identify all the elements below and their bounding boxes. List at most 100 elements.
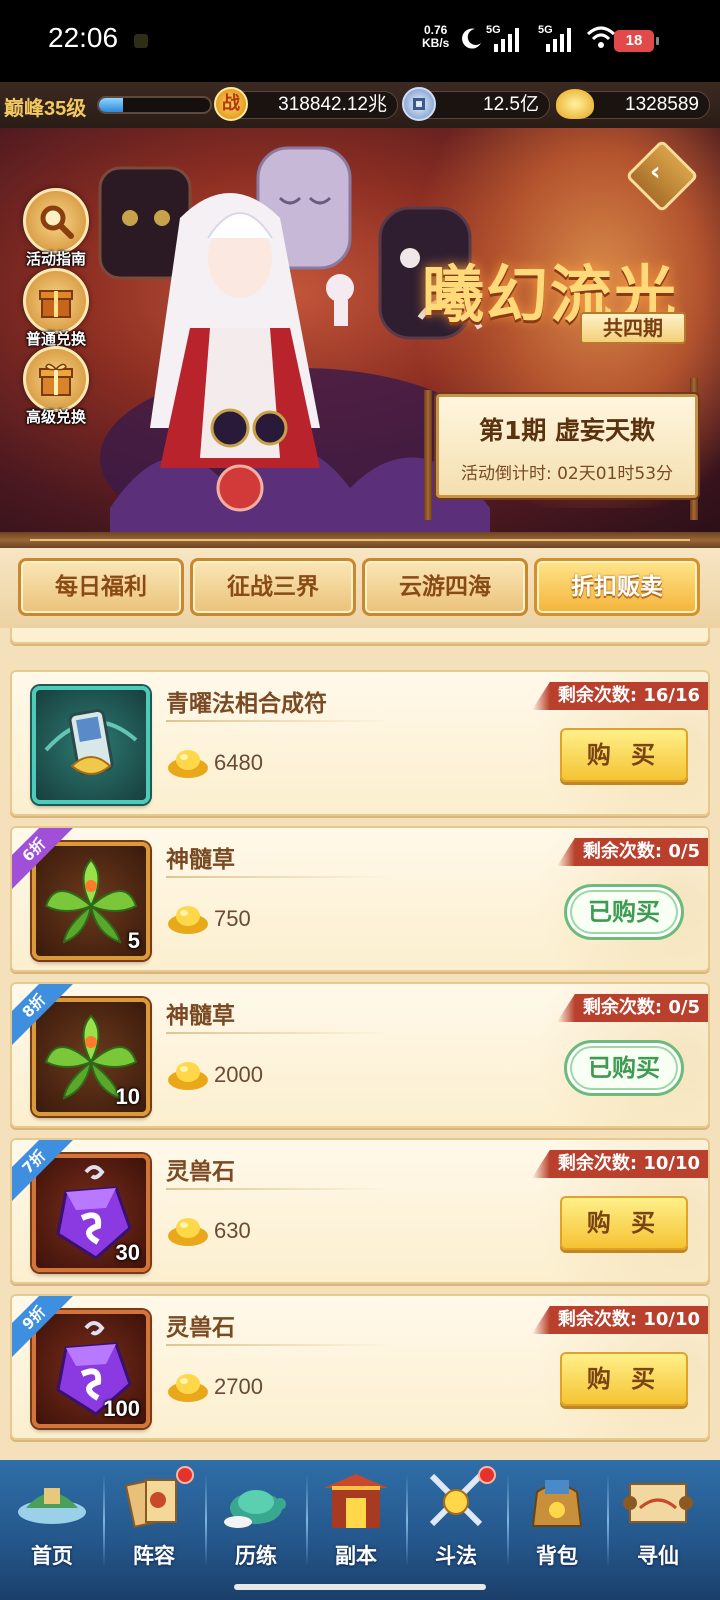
item-name: 青曜法相合成符 xyxy=(166,691,327,717)
discount-badge: 7折 xyxy=(12,1140,78,1206)
notification-badge xyxy=(478,1466,496,1484)
item-price: 6480 xyxy=(166,746,263,780)
xp-bar xyxy=(97,96,212,114)
gold-ingot-icon xyxy=(168,906,208,934)
remaining-count: 剩余次数: 10/10 xyxy=(531,1306,708,1334)
signal-label: 5G xyxy=(486,24,501,36)
signal-icon: 5G xyxy=(538,24,571,52)
event-subtitle: 共四期 xyxy=(580,312,686,344)
shop-item: 30 7折 灵兽石 630 剩余次数: 10/10 购 买 xyxy=(10,1138,710,1284)
signal-icon: 5G xyxy=(486,24,519,52)
player-level: 巅峰35级 xyxy=(4,98,87,120)
period-info-panel: 第1期 虚妄天欺 活动倒计时: 02天01时53分 xyxy=(436,394,698,498)
normal-exchange-button[interactable]: 普通兑换 xyxy=(16,268,96,349)
shop-item: 青曜法相合成符 6480 剩余次数: 16/16 购 买 xyxy=(10,670,710,816)
magnifier-icon xyxy=(40,205,74,239)
item-name: 灵兽石 xyxy=(166,1159,235,1185)
item-price: 630 xyxy=(166,1214,251,1248)
wifi-icon xyxy=(586,26,616,48)
tab-discount-sale[interactable]: 折扣贩卖 xyxy=(534,558,700,616)
battery-icon: 18 xyxy=(614,30,659,52)
buy-button[interactable]: 购 买 xyxy=(560,1196,688,1250)
chevron-left-icon: ‹ xyxy=(649,157,661,188)
coin-value: 12.5亿 xyxy=(483,94,539,115)
network-speed: 0.76 KB/s xyxy=(422,23,450,50)
buy-button[interactable]: 购 买 xyxy=(560,728,688,782)
nav-home[interactable]: 首页 xyxy=(2,1466,102,1568)
turtle-icon xyxy=(224,1490,286,1528)
price-value: 2700 xyxy=(214,1374,263,1399)
treasure-bag-icon xyxy=(531,1480,583,1527)
shop-item: 10 8折 神髓草 2000 剩余次数: 0/5 已购买 xyxy=(10,982,710,1128)
activity-guide-label: 活动指南 xyxy=(25,250,86,268)
tab-bar: 每日福利 征战三界 云游四海 折扣贩卖 xyxy=(0,548,720,628)
nav-lineup[interactable]: 阵容 xyxy=(104,1466,204,1568)
nav-training[interactable]: 历练 xyxy=(206,1466,306,1568)
remaining-count: 剩余次数: 10/10 xyxy=(531,1150,708,1178)
nav-dungeon[interactable]: 副本 xyxy=(306,1466,406,1568)
list-item xyxy=(10,628,710,644)
activity-guide-button[interactable]: 活动指南 xyxy=(16,188,96,269)
clock: 22:06 xyxy=(48,22,119,53)
item-name: 神髓草 xyxy=(166,847,235,873)
floating-island-icon xyxy=(18,1488,86,1524)
item-quantity: 5 xyxy=(127,928,140,953)
status-bar: 22:06 0.76 KB/s 5G 5G 18 xyxy=(0,0,720,82)
advanced-exchange-label: 高级兑换 xyxy=(25,408,86,426)
talisman-icon xyxy=(44,708,138,776)
do-not-disturb-icon xyxy=(462,28,481,49)
price-value: 6480 xyxy=(214,750,263,775)
bottom-navigation: 首页 阵容 历练 副本 斗法 背包 寻仙 xyxy=(0,1460,720,1600)
gift-box-icon xyxy=(39,290,73,318)
tab-travel-seas[interactable]: 云游四海 xyxy=(362,558,528,616)
item-price: 2700 xyxy=(166,1370,263,1404)
svg-text:5G: 5G xyxy=(538,24,553,36)
remaining-count: 剩余次数: 0/5 xyxy=(556,838,708,866)
ingot-value: 1328589 xyxy=(625,94,699,115)
power-display: 318842.12兆 xyxy=(222,91,398,119)
purchased-button[interactable]: 已购买 xyxy=(564,884,684,940)
map-scroll-icon xyxy=(623,1483,693,1523)
period-title: 第1期 虚妄天欺 xyxy=(478,416,656,445)
shop-item: 100 9折 灵兽石 2700 剩余次数: 10/10 购 买 xyxy=(10,1294,710,1440)
remaining-count: 剩余次数: 0/5 xyxy=(556,994,708,1022)
nav-backpack[interactable]: 背包 xyxy=(507,1466,607,1568)
item-quantity: 30 xyxy=(115,1240,140,1265)
tab-conquer-realms[interactable]: 征战三界 xyxy=(190,558,356,616)
tab-daily-welfare[interactable]: 每日福利 xyxy=(18,558,184,616)
shop-item-list[interactable]: 青曜法相合成符 6480 剩余次数: 16/16 购 买 5 6折 神髓草 75… xyxy=(0,628,720,1460)
resource-bar: 巅峰35级 318842.12兆 战 12.5亿 1328589 xyxy=(0,82,720,128)
gold-ingot-icon xyxy=(168,750,208,778)
gold-ingot-icon xyxy=(168,1062,208,1090)
gold-ingot-icon xyxy=(556,89,594,119)
copper-coin-icon xyxy=(402,87,436,121)
item-quantity: 100 xyxy=(103,1396,140,1421)
power-value: 318842.12兆 xyxy=(278,94,387,115)
power-icon: 战 xyxy=(214,87,248,121)
nav-seek-immortal[interactable]: 寻仙 xyxy=(608,1466,708,1568)
shop-item: 5 6折 神髓草 750 剩余次数: 0/5 已购买 xyxy=(10,826,710,972)
remaining-count: 剩余次数: 16/16 xyxy=(531,682,708,710)
gold-ingot-icon xyxy=(168,1374,208,1402)
gift-box-icon xyxy=(39,363,73,396)
item-name: 灵兽石 xyxy=(166,1315,235,1341)
price-value: 750 xyxy=(214,906,251,931)
nav-duel[interactable]: 斗法 xyxy=(406,1466,506,1568)
price-value: 630 xyxy=(214,1218,251,1243)
countdown-text: 活动倒计时: 02天01时53分 xyxy=(460,464,674,484)
item-quantity: 10 xyxy=(115,1084,140,1109)
buy-button[interactable]: 购 买 xyxy=(560,1352,688,1406)
price-value: 2000 xyxy=(214,1062,263,1087)
xp-bar-fill xyxy=(99,98,124,112)
divider xyxy=(0,532,720,548)
notification-icon xyxy=(134,34,148,48)
discount-badge: 8折 xyxy=(12,984,78,1050)
item-icon[interactable] xyxy=(32,686,150,804)
advanced-exchange-button[interactable]: 高级兑换 xyxy=(16,346,96,427)
purchased-button[interactable]: 已购买 xyxy=(564,1040,684,1096)
home-indicator[interactable] xyxy=(234,1584,486,1590)
notification-badge xyxy=(176,1466,194,1484)
gold-ingot-icon xyxy=(168,1218,208,1246)
item-price: 750 xyxy=(166,902,251,936)
discount-badge: 6折 xyxy=(12,828,78,894)
